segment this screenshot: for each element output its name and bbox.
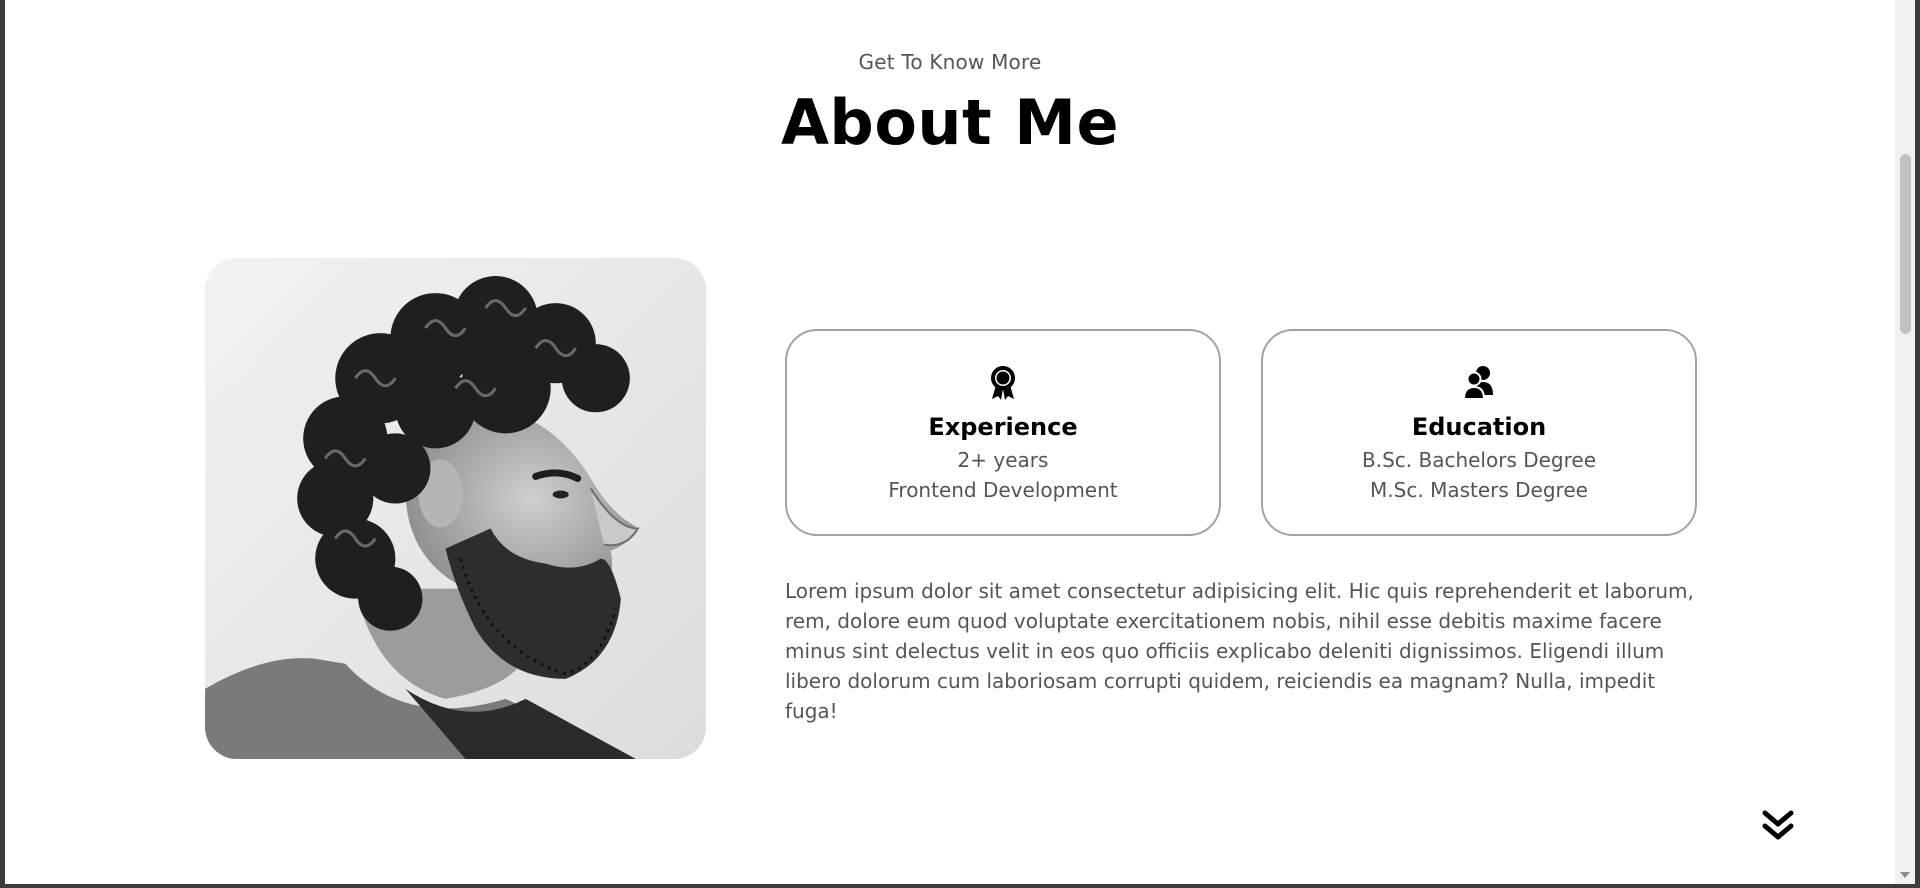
- education-card: Education B.Sc. Bachelors Degree M.Sc. M…: [1261, 329, 1697, 536]
- scrollbar-thumb[interactable]: [1900, 154, 1911, 334]
- chevrons-down-icon[interactable]: [1761, 810, 1795, 842]
- scroll-down-arrow-icon[interactable]: [1900, 872, 1910, 878]
- page-viewport: Get To Know More About Me Experience 2+ …: [5, 0, 1895, 884]
- education-heading: Education: [1411, 413, 1547, 441]
- section-eyebrow: Get To Know More: [858, 50, 1042, 74]
- experience-field: Frontend Development: [888, 478, 1118, 502]
- bio-paragraph: Lorem ipsum dolor sit amet consectetur a…: [785, 579, 1694, 723]
- award-ribbon-icon: [787, 365, 1219, 401]
- education-bachelors: B.Sc. Bachelors Degree: [1361, 448, 1597, 472]
- experience-card: Experience 2+ years Frontend Development: [785, 329, 1221, 536]
- profile-picture: [205, 258, 706, 759]
- window-edge: [1915, 0, 1920, 888]
- experience-years: 2+ years: [957, 448, 1049, 472]
- vertical-scrollbar[interactable]: [1895, 0, 1915, 884]
- experience-heading: Experience: [928, 413, 1078, 441]
- section-title: About Me: [780, 86, 1120, 159]
- users-icon: [1263, 365, 1695, 401]
- education-masters: M.Sc. Masters Degree: [1370, 478, 1588, 502]
